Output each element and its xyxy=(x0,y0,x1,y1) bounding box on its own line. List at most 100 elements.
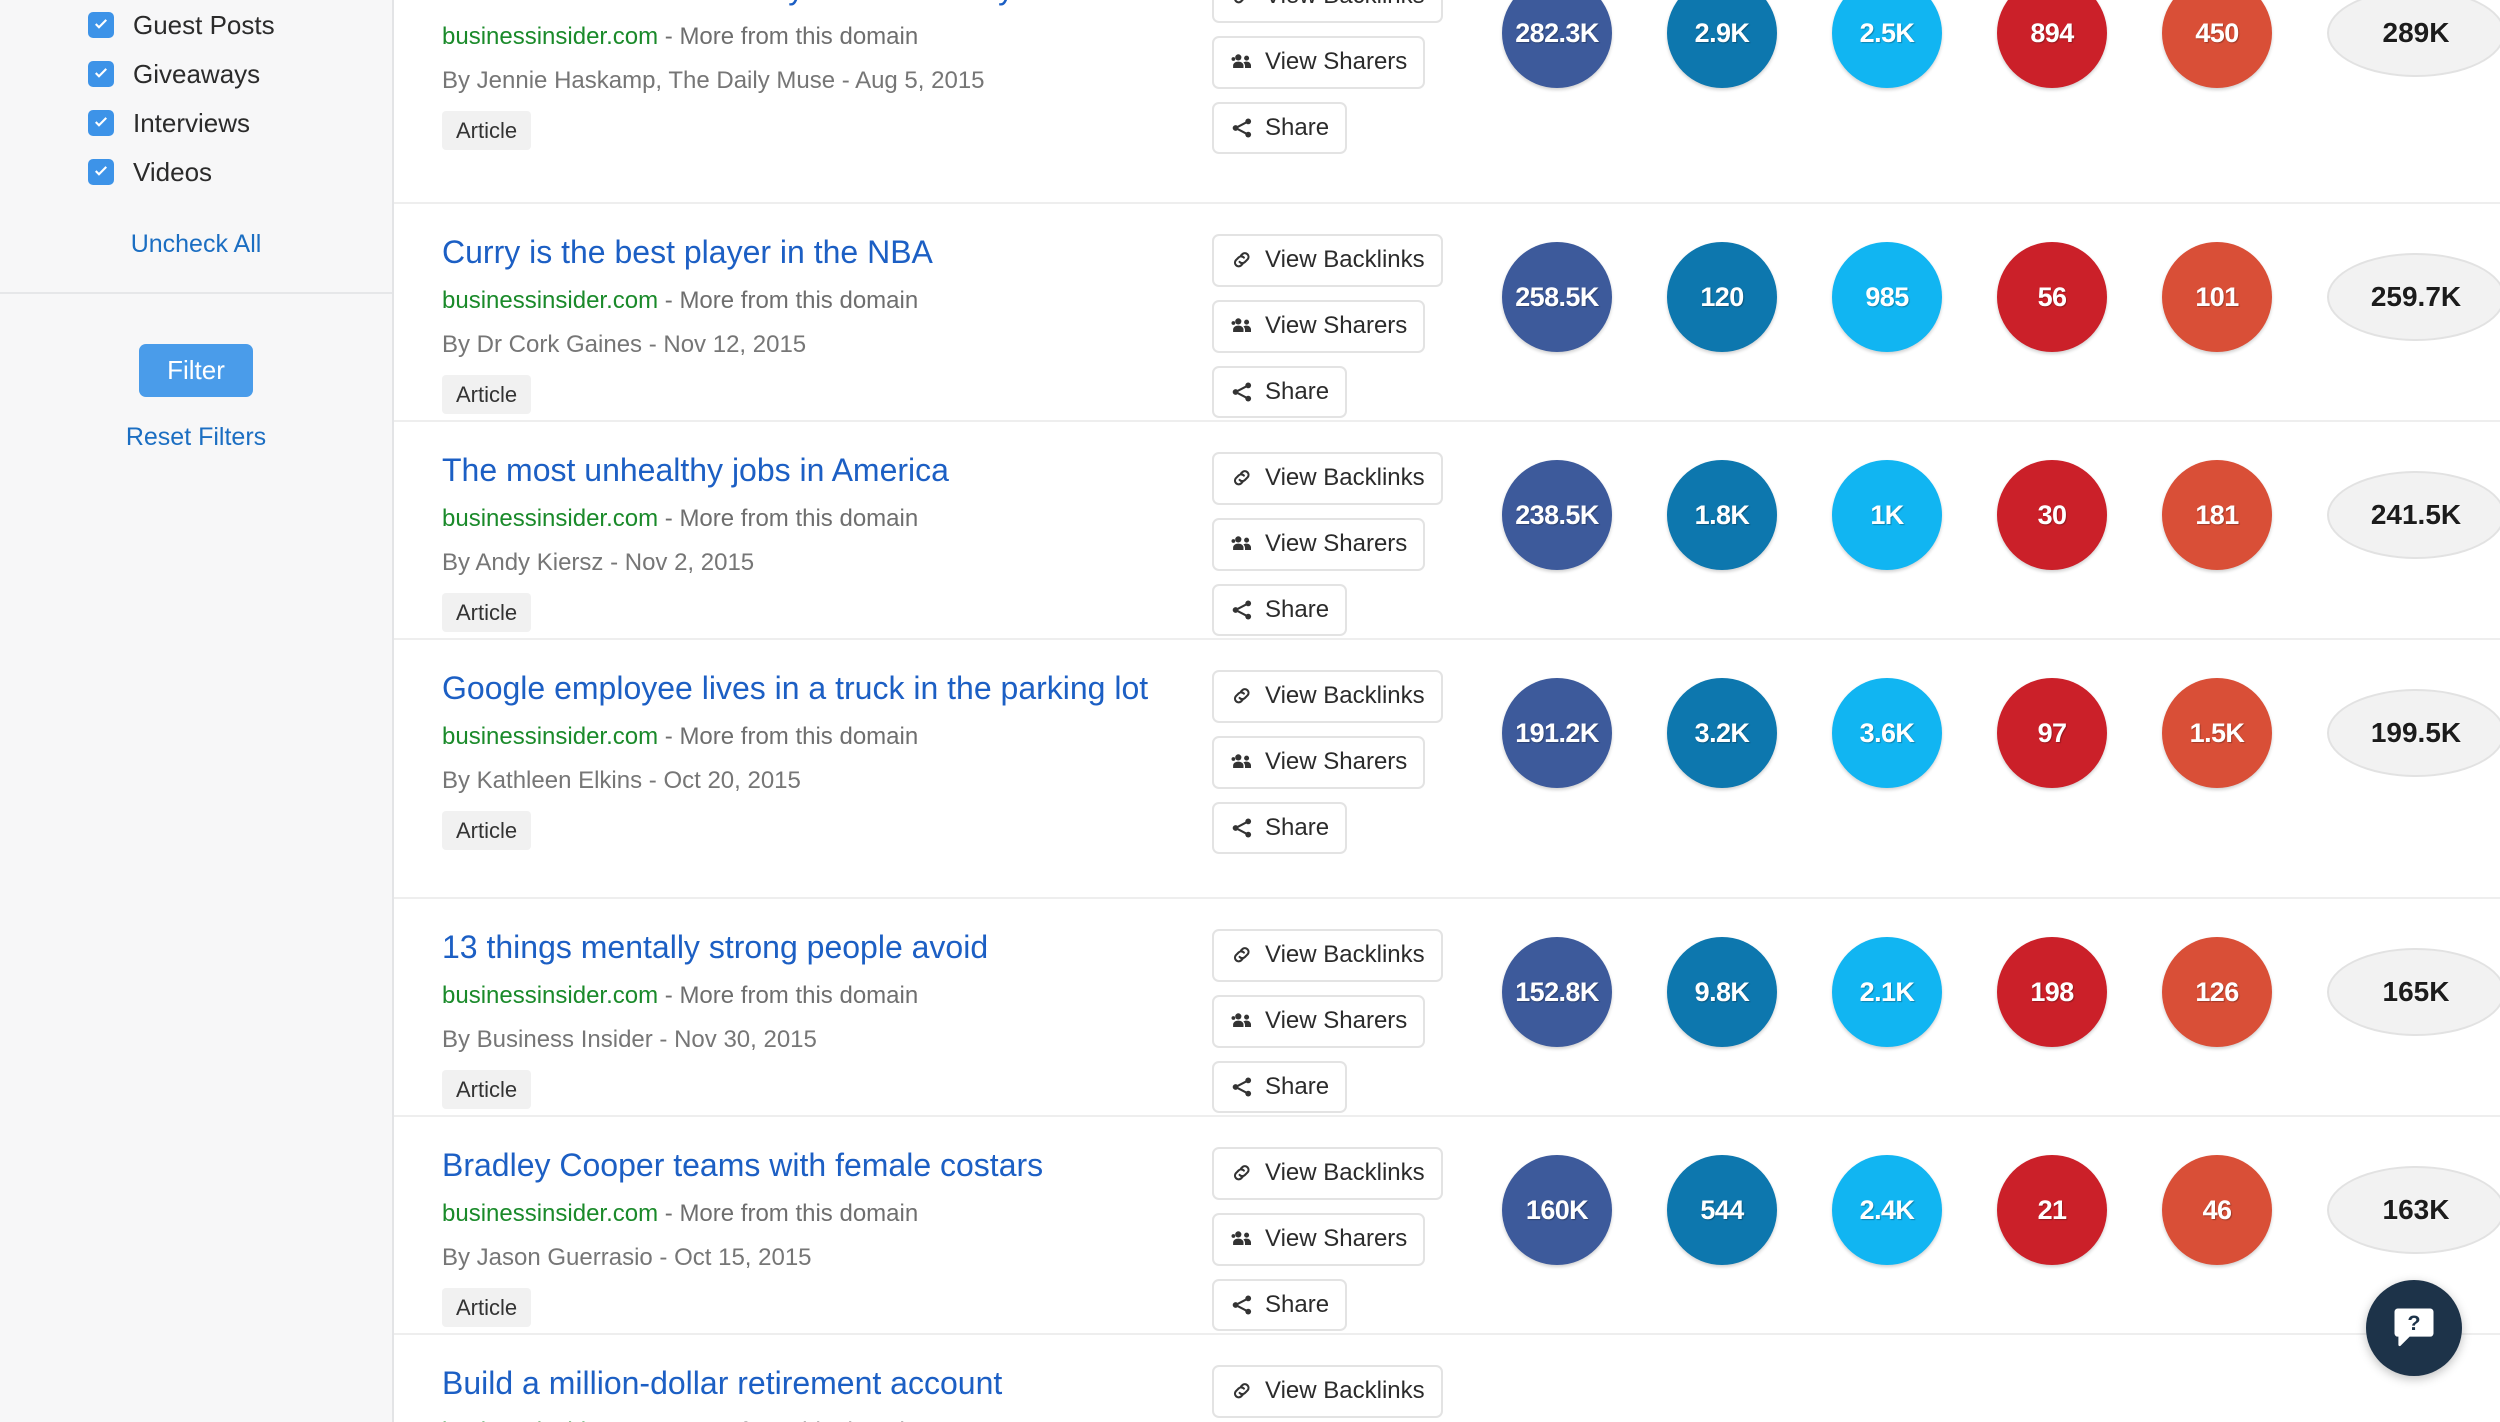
total-shares-badge[interactable]: 163K xyxy=(2327,1166,2500,1254)
share-button[interactable]: Share xyxy=(1212,1278,1348,1332)
checkbox-row-interviews[interactable]: Interviews xyxy=(0,98,392,147)
pinterest-shares-badge[interactable]: 97 xyxy=(1997,678,2107,788)
total-shares-badge[interactable]: 199.5K xyxy=(2327,689,2500,777)
article-title-link[interactable]: The most unhealthy jobs in America xyxy=(442,450,1172,491)
more-from-domain-link[interactable]: - More from this domain xyxy=(665,1418,918,1422)
more-from-domain-link[interactable]: - More from this domain xyxy=(665,23,918,50)
facebook-shares-badge[interactable]: 191.2K xyxy=(1502,678,1612,788)
pinterest-shares-badge[interactable]: 894 xyxy=(1997,0,2107,88)
twitter-shares-badge[interactable]: 2.5K xyxy=(1832,0,1942,88)
checkbox-row-guest-posts[interactable]: Guest Posts xyxy=(0,0,392,49)
view-backlinks-button[interactable]: View Backlinks xyxy=(1212,234,1443,287)
result-row-inner: Words to eliminate from your vocabulary b… xyxy=(442,0,2500,155)
checkbox-interviews[interactable] xyxy=(88,109,114,136)
article-domain-link[interactable]: businessinsider.com xyxy=(442,723,658,750)
pinterest-shares-badge[interactable]: 21 xyxy=(1997,1155,2107,1265)
linkedin-shares-badge[interactable]: 3.2K xyxy=(1667,678,1777,788)
share-button[interactable]: Share xyxy=(1212,801,1348,855)
twitter-shares-badge[interactable]: 2.4K xyxy=(1832,1155,1942,1265)
article-domain-link[interactable]: businessinsider.com xyxy=(442,1418,658,1422)
reddit-shares-badge[interactable]: 450 xyxy=(2162,0,2272,88)
reddit-shares-badge[interactable]: 126 xyxy=(2162,937,2272,1047)
facebook-shares-badge[interactable]: 258.5K xyxy=(1502,242,1612,352)
view-backlinks-button[interactable]: View Backlinks xyxy=(1212,452,1443,505)
view-backlinks-button[interactable]: View Backlinks xyxy=(1212,1365,1443,1418)
view-backlinks-label: View Backlinks xyxy=(1265,941,1425,968)
total-shares-badge[interactable]: 165K xyxy=(2327,948,2500,1036)
view-backlinks-label: View Backlinks xyxy=(1265,1159,1425,1186)
more-from-domain-link[interactable]: - More from this domain xyxy=(665,287,918,314)
result-row-inner: Curry is the best player in the NBA busin… xyxy=(442,232,2500,419)
twitter-shares-badge[interactable]: 1K xyxy=(1832,460,1942,570)
share-button[interactable]: Share xyxy=(1212,1060,1348,1114)
reset-filters-link[interactable]: Reset Filters xyxy=(126,423,266,452)
linkedin-shares-badge[interactable]: 9.8K xyxy=(1667,937,1777,1047)
more-from-domain-link[interactable]: - More from this domain xyxy=(665,982,918,1009)
reddit-shares-badge[interactable]: 101 xyxy=(2162,242,2272,352)
article-domain-link[interactable]: businessinsider.com xyxy=(442,505,658,532)
facebook-shares-badge[interactable]: 152.8K xyxy=(1502,937,1612,1047)
view-sharers-button[interactable]: View Sharers xyxy=(1212,735,1426,789)
filter-button[interactable]: Filter xyxy=(139,344,253,397)
article-title-link[interactable]: Words to eliminate from your vocabulary xyxy=(442,0,1172,9)
reddit-shares-badge[interactable]: 181 xyxy=(2162,460,2272,570)
linkedin-shares-badge[interactable]: 2.9K xyxy=(1667,0,1777,88)
share-label: Share xyxy=(1265,1290,1330,1318)
view-sharers-button[interactable]: View Sharers xyxy=(1212,299,1426,353)
result-row: Google employee lives in a truck in the … xyxy=(394,640,2500,899)
twitter-shares-badge[interactable]: 985 xyxy=(1832,242,1942,352)
total-shares-badge[interactable]: 259.7K xyxy=(2327,253,2500,341)
facebook-shares-badge[interactable]: 238.5K xyxy=(1502,460,1612,570)
checkbox-videos[interactable] xyxy=(88,158,114,185)
pinterest-shares-badge[interactable]: 56 xyxy=(1997,242,2107,352)
checkbox-guest-posts[interactable] xyxy=(88,11,114,38)
article-title-link[interactable]: 13 things mentally strong people avoid xyxy=(442,927,1172,968)
total-shares-badge[interactable]: 289K xyxy=(2327,0,2500,77)
article-title-link[interactable]: Google employee lives in a truck in the … xyxy=(442,668,1172,709)
view-backlinks-button[interactable]: View Backlinks xyxy=(1212,1147,1443,1200)
linkedin-shares-badge[interactable]: 544 xyxy=(1667,1155,1777,1265)
help-chat-button[interactable]: ? xyxy=(2366,1280,2462,1376)
article-domain-link[interactable]: businessinsider.com xyxy=(442,982,658,1009)
view-backlinks-button[interactable]: View Backlinks xyxy=(1212,929,1443,982)
reddit-shares-badge[interactable]: 46 xyxy=(2162,1155,2272,1265)
pinterest-shares-badge[interactable]: 30 xyxy=(1997,460,2107,570)
link-icon xyxy=(1230,684,1254,708)
view-sharers-button[interactable]: View Sharers xyxy=(1212,994,1426,1048)
view-backlinks-button[interactable]: View Backlinks xyxy=(1212,670,1443,723)
checkbox-giveaways[interactable] xyxy=(88,60,114,87)
checkbox-row-giveaways[interactable]: Giveaways xyxy=(0,49,392,98)
article-byline: By Andy Kiersz - Nov 2, 2015 xyxy=(442,548,755,576)
share-icon xyxy=(1230,816,1254,840)
more-from-domain-link[interactable]: - More from this domain xyxy=(665,1200,918,1227)
pinterest-shares-badge[interactable]: 198 xyxy=(1997,937,2107,1047)
article-byline: By Jason Guerrasio - Oct 15, 2015 xyxy=(442,1243,812,1271)
content-type-tag: Article xyxy=(442,111,532,151)
linkedin-shares-badge[interactable]: 120 xyxy=(1667,242,1777,352)
view-sharers-button[interactable]: View Sharers xyxy=(1212,1212,1426,1266)
facebook-shares-badge[interactable]: 282.3K xyxy=(1502,0,1612,88)
content-type-tag: Article xyxy=(442,593,532,633)
uncheck-all-link[interactable]: Uncheck All xyxy=(131,230,262,259)
share-button[interactable]: Share xyxy=(1212,583,1348,637)
facebook-shares-badge[interactable]: 160K xyxy=(1502,1155,1612,1265)
article-title-link[interactable]: Bradley Cooper teams with female costars xyxy=(442,1145,1172,1186)
twitter-shares-badge[interactable]: 2.1K xyxy=(1832,937,1942,1047)
total-shares-badge[interactable]: 241.5K xyxy=(2327,471,2500,559)
article-domain-link[interactable]: businessinsider.com xyxy=(442,287,658,314)
more-from-domain-link[interactable]: - More from this domain xyxy=(665,505,918,532)
article-domain-link[interactable]: businessinsider.com xyxy=(442,1200,658,1227)
view-sharers-button[interactable]: View Sharers xyxy=(1212,35,1426,89)
checkbox-row-videos[interactable]: Videos xyxy=(0,147,392,196)
share-button[interactable]: Share xyxy=(1212,365,1348,419)
article-domain-link[interactable]: businessinsider.com xyxy=(442,23,658,50)
twitter-shares-badge[interactable]: 3.6K xyxy=(1832,678,1942,788)
linkedin-shares-badge[interactable]: 1.8K xyxy=(1667,460,1777,570)
view-backlinks-button[interactable]: View Backlinks xyxy=(1212,0,1443,23)
article-title-link[interactable]: Build a million-dollar retirement accoun… xyxy=(442,1363,1172,1404)
article-title-link[interactable]: Curry is the best player in the NBA xyxy=(442,232,1172,273)
view-sharers-button[interactable]: View Sharers xyxy=(1212,517,1426,571)
more-from-domain-link[interactable]: - More from this domain xyxy=(665,723,918,750)
share-button[interactable]: Share xyxy=(1212,101,1348,155)
reddit-shares-badge[interactable]: 1.5K xyxy=(2162,678,2272,788)
